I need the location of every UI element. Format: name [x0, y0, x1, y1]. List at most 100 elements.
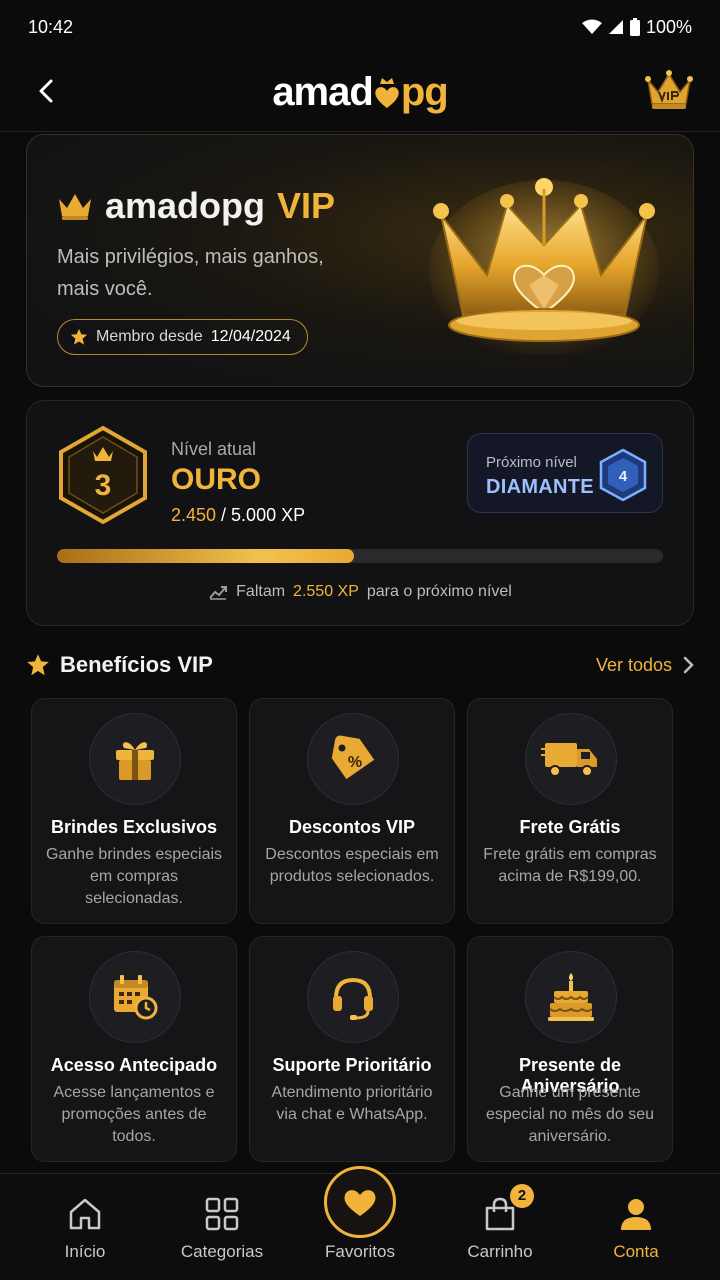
- cart-count-badge: 2: [510, 1184, 534, 1208]
- calendar-clock-icon: [114, 975, 158, 1020]
- note-xp: 2.550 XP: [293, 583, 359, 600]
- delivery-truck-icon: [541, 743, 597, 777]
- vip-crown-icon: [645, 70, 693, 109]
- member-since-chip: Membro desde 12/04/2024: [57, 319, 308, 355]
- benefit-title: Suporte Prioritário: [272, 1055, 432, 1075]
- bottom-navigation: Início Categorias Favoritos 2 Carrinho C…: [0, 1166, 720, 1280]
- status-time: 10:42: [28, 16, 74, 37]
- xp-progress-fill: [57, 549, 354, 563]
- benefit-icon-circle: [525, 713, 617, 805]
- note-before: Faltam: [236, 583, 286, 600]
- hero-title: amadopg VIP: [57, 185, 335, 227]
- benefit-card-frete[interactable]: Frete Grátis Frete grátis em compras aci…: [467, 698, 673, 924]
- benefit-title: Brindes Exclusivos: [50, 817, 218, 837]
- nav-item-favoritos[interactable]: Favoritos: [300, 1166, 420, 1280]
- back-button[interactable]: [30, 74, 64, 108]
- status-icons: 100%: [581, 16, 692, 38]
- nav-label: Categorias: [180, 1242, 264, 1261]
- nav-label: Favoritos: [325, 1242, 395, 1261]
- benefits-title: Benefícios VIP: [26, 652, 213, 678]
- level-xp: 2.450 / 5.000 XP: [171, 505, 305, 526]
- next-level-caption: Próximo nível: [486, 454, 577, 471]
- level-caption: Nível atual: [171, 439, 257, 459]
- level-number: 3: [95, 469, 112, 502]
- benefit-desc: Descontos especiais em produtos selecion…: [265, 846, 439, 885]
- benefit-desc: Ganhe um presente especial no mês do seu…: [485, 1084, 655, 1145]
- vip-crown-button[interactable]: [644, 68, 694, 112]
- user-icon: [621, 1199, 651, 1230]
- benefit-desc: Ganhe brindes especiais em compras selec…: [45, 846, 223, 907]
- nav-item-inicio[interactable]: Início: [25, 1174, 145, 1280]
- hero-brand: amadopg: [105, 185, 266, 226]
- note-after: para o próximo nível: [366, 583, 512, 600]
- logo-text-right: pg: [400, 70, 449, 114]
- benefits-title-text: Benefícios VIP: [60, 652, 213, 677]
- benefit-card-descontos[interactable]: % Descontos VIP Descontos especiais em p…: [249, 698, 455, 924]
- level-hexagon-badge: 3: [59, 425, 147, 525]
- level-name: OURO: [171, 463, 261, 496]
- svg-text:%: %: [348, 754, 362, 771]
- gift-icon: [116, 742, 154, 780]
- nav-label: Conta: [613, 1242, 659, 1261]
- nav-label: Início: [64, 1242, 106, 1261]
- status-bar: 10:42 100%: [0, 0, 720, 54]
- benefits-header: Benefícios VIP Ver todos: [26, 648, 694, 682]
- benefit-icon-circle: [307, 951, 399, 1043]
- benefit-icon-circle: [89, 713, 181, 805]
- battery-icon: [629, 18, 640, 36]
- birthday-cake-icon: [548, 973, 594, 1021]
- trend-up-icon: [209, 586, 228, 600]
- heart-icon: [344, 1190, 376, 1216]
- nav-item-carrinho[interactable]: 2 Carrinho: [440, 1174, 560, 1280]
- next-level-number: 4: [619, 468, 628, 485]
- benefit-title: Frete Grátis: [519, 817, 621, 837]
- member-label: Membro desde: [96, 328, 203, 345]
- diamond-hexagon-icon: 4: [599, 448, 647, 502]
- golden-crown-illustration: [429, 178, 659, 355]
- app-header: amad pg: [0, 54, 720, 132]
- xp-progress-bar: [57, 549, 663, 563]
- grid-icon: [205, 1197, 239, 1231]
- benefit-card-acesso[interactable]: Acesso Antecipado Acesse lançamentos e p…: [31, 936, 237, 1162]
- nav-label: Carrinho: [467, 1242, 533, 1261]
- headset-icon: [333, 977, 373, 1020]
- benefit-card-brindes[interactable]: Brindes Exclusivos Ganhe brindes especia…: [31, 698, 237, 924]
- hero-vip: VIP: [277, 185, 336, 226]
- star-icon: [70, 328, 88, 345]
- xp-current: 2.450: [171, 505, 217, 525]
- benefit-desc: Acesse lançamentos e promoções antes de …: [53, 1084, 215, 1145]
- hero-subtitle: Mais privilégios, mais ganhos, mais você…: [57, 246, 324, 300]
- chevron-right-icon: [683, 656, 694, 674]
- battery-percent: 100%: [645, 16, 692, 37]
- benefit-title: Acesso Antecipado: [50, 1055, 218, 1075]
- benefit-icon-circle: [89, 951, 181, 1043]
- signal-icon: [608, 20, 623, 34]
- chevron-left-icon: [39, 79, 53, 103]
- crown-icon: [59, 194, 91, 220]
- star-icon: [27, 654, 49, 676]
- nav-item-categorias[interactable]: Categorias: [162, 1174, 282, 1280]
- nav-item-conta[interactable]: Conta: [576, 1174, 696, 1280]
- benefit-desc: Frete grátis em compras acima de R$199,0…: [483, 846, 657, 885]
- logo-text-left: amad: [272, 70, 373, 114]
- benefit-card-suporte[interactable]: Suporte Prioritário Atendimento prioritá…: [249, 936, 455, 1162]
- xp-total: / 5.000 XP: [216, 505, 306, 525]
- progress-note: Faltam 2.550 XP para o próximo nível: [27, 583, 693, 601]
- benefit-icon-circle: [525, 951, 617, 1043]
- favorites-button[interactable]: [324, 1166, 396, 1238]
- benefit-title: Descontos VIP: [288, 817, 416, 837]
- benefit-icon-circle: %: [307, 713, 399, 805]
- member-date: 12/04/2024: [210, 328, 291, 345]
- discount-tag-icon: %: [331, 735, 375, 780]
- vip-hero-card: amadopg VIP Mais privilégios, mais ganho…: [26, 134, 694, 387]
- app-logo: amad pg: [272, 70, 449, 115]
- benefit-desc: Atendimento prioritário via chat e Whats…: [271, 1084, 433, 1123]
- benefit-card-aniversario[interactable]: Presente de Aniversário Ganhe um present…: [467, 936, 673, 1162]
- wifi-icon: [581, 19, 602, 34]
- see-all-label: Ver todos: [595, 654, 672, 675]
- crowned-heart-icon: [375, 77, 399, 108]
- next-level-card[interactable]: Próximo nível DIAMANTE 4: [467, 433, 663, 513]
- see-all-link[interactable]: Ver todos: [596, 655, 694, 676]
- level-card: 3 Nível atual OURO 2.450 / 5.000 XP Próx…: [26, 400, 694, 626]
- next-level-name: DIAMANTE: [486, 476, 594, 498]
